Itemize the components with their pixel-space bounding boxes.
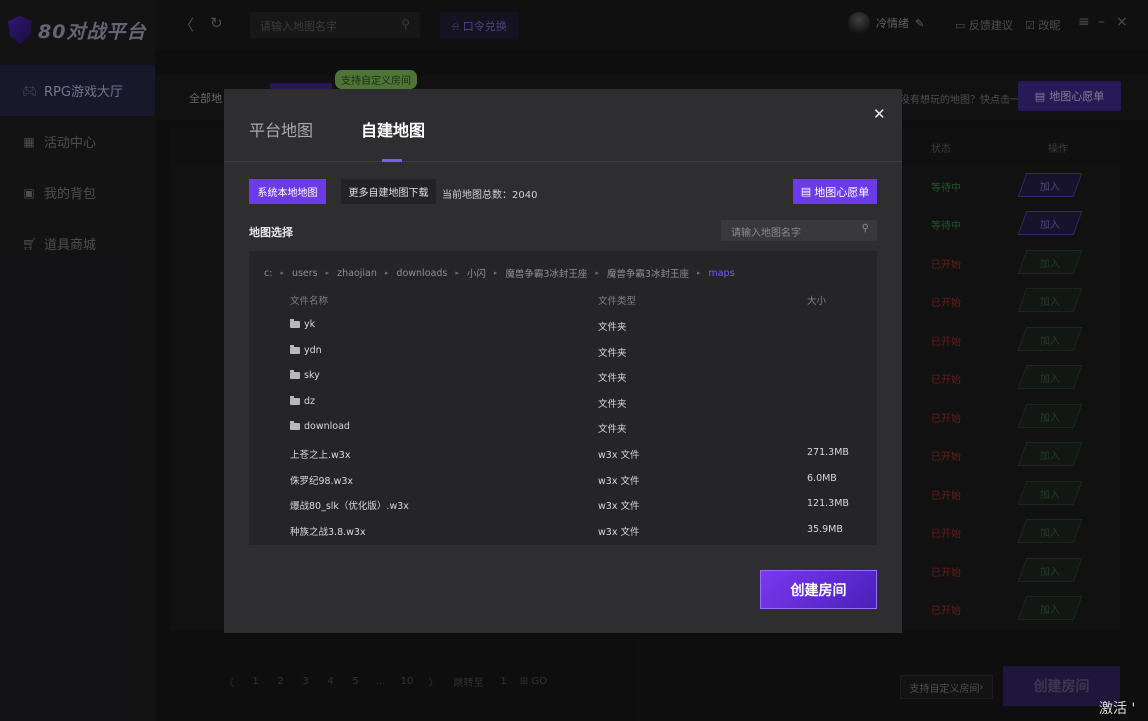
breadcrumb-separator-icon: ▸ <box>455 269 459 277</box>
file-list-header: 文件名称 文件类型 大小 <box>290 296 827 307</box>
file-type: 文件夹 <box>598 424 627 436</box>
file-type: w3x 文件 <box>598 526 640 538</box>
file-row[interactable]: dz 文件夹 <box>249 390 877 415</box>
modal-search-input[interactable]: 请输入地图名字 ⚲ <box>721 220 877 241</box>
file-size: 271.3MB <box>807 447 849 458</box>
create-room-button[interactable]: 创建房间 <box>760 570 877 609</box>
tab-platform-maps[interactable]: 平台地图 <box>249 117 313 141</box>
breadcrumb-item[interactable]: users <box>292 268 318 279</box>
file-size: 35.9MB <box>807 523 843 535</box>
file-type: 文件夹 <box>598 373 627 385</box>
file-type: w3x 文件 <box>598 501 640 513</box>
breadcrumb-separator-icon: ▸ <box>696 269 701 277</box>
file-size: 121.3MB <box>807 498 849 510</box>
tab-custom-maps[interactable]: 自建地图 <box>361 117 425 141</box>
modal-tabs: 平台地图 自建地图 <box>224 89 902 162</box>
active-tab-indicator <box>382 159 402 162</box>
breadcrumb-separator-icon: ▸ <box>325 269 330 277</box>
breadcrumb-item[interactable]: c: <box>264 268 272 279</box>
file-row[interactable]: download 文件夹 <box>249 415 877 440</box>
folder-icon <box>290 370 300 380</box>
folder-icon <box>290 344 300 354</box>
file-row[interactable]: yk 文件夹 <box>249 313 877 338</box>
file-type: 文件夹 <box>598 398 627 410</box>
breadcrumb-separator-icon: ▸ <box>384 269 389 277</box>
map-count: 当前地图总数：2040 <box>442 190 538 201</box>
file-type: 文件夹 <box>598 347 627 359</box>
file-row[interactable]: 上苍之上.w3x w3x 文件 271.3MB <box>249 441 877 466</box>
file-name: 种族之战3.8.w3x <box>290 526 366 538</box>
map-wishlist-button[interactable]: ▤ 地图心愿单 <box>793 179 877 204</box>
file-name: download <box>304 421 350 433</box>
file-row[interactable]: 种族之战3.8.w3x w3x 文件 35.9MB <box>249 518 877 543</box>
file-name: 上苍之上.w3x <box>290 450 351 461</box>
file-name: ydn <box>304 344 322 356</box>
breadcrumb-separator-icon: ▸ <box>280 269 284 277</box>
folder-icon <box>290 421 300 431</box>
app-root: 80对战平台 🎮︎ RPG游戏大厅 ▦ 活动中心 ▣ 我的背包 🛒︎ 道具商城 … <box>0 0 1148 721</box>
file-browser: c: ▸ users ▸ zhaojian ▸ downloads ▸ 小闪 ▸ 魔兽争霸3冰封王座… <box>249 251 877 545</box>
breadcrumb-separator-icon: ▸ <box>493 269 498 277</box>
file-name: 侏罗纪98.w3x <box>290 475 354 487</box>
search-icon: ⚲ <box>861 223 869 234</box>
breadcrumb-item[interactable]: downloads <box>396 268 447 279</box>
system-local-maps-button[interactable]: 系统本地地图 <box>249 179 326 204</box>
close-icon[interactable]: ✕ <box>873 105 886 123</box>
file-row[interactable]: 爆战80_slk（优化版）.w3x w3x 文件 121.3MB <box>249 492 877 517</box>
breadcrumb-item[interactable]: 魔兽争霸3冰封王座 <box>505 266 587 280</box>
file-row[interactable]: sky 文件夹 <box>249 364 877 389</box>
file-name: dz <box>304 395 316 407</box>
file-name: 爆战80_slk（优化版）.w3x <box>290 501 409 513</box>
activate-watermark: 激活 ' <box>1099 701 1136 717</box>
file-size: 6.0MB <box>807 472 837 484</box>
folder-icon <box>290 319 300 328</box>
wishlist-icon: ▤ <box>800 185 812 198</box>
file-row[interactable]: ydn 文件夹 <box>249 339 877 364</box>
more-custom-maps-download-button[interactable]: 更多自建地图下载 <box>341 179 436 204</box>
breadcrumb-separator-icon: ▸ <box>595 269 599 277</box>
file-row[interactable]: 侏罗纪98.w3x w3x 文件 6.0MB <box>249 467 877 492</box>
file-name: yk <box>304 319 316 330</box>
map-select-modal: 平台地图 自建地图 ✕ 系统本地地图 更多自建地图下载 当前地图总数：2040 … <box>224 89 902 633</box>
breadcrumb-item[interactable]: 小闪 <box>467 266 486 280</box>
file-name: sky <box>304 370 320 382</box>
breadcrumb: c: ▸ users ▸ zhaojian ▸ downloads ▸ 小闪 ▸ 魔兽争霸3冰封王座… <box>264 266 735 281</box>
map-select-label: 地图选择 <box>249 226 293 239</box>
file-type: w3x 文件 <box>598 475 640 487</box>
breadcrumb-item[interactable]: 魔兽争霸3冰封王座 <box>607 266 689 280</box>
file-type: w3x 文件 <box>598 450 640 461</box>
file-type: 文件夹 <box>598 322 627 333</box>
breadcrumb-item[interactable]: zhaojian <box>337 268 377 279</box>
folder-icon <box>290 395 300 405</box>
breadcrumb-item[interactable]: maps <box>708 268 734 279</box>
